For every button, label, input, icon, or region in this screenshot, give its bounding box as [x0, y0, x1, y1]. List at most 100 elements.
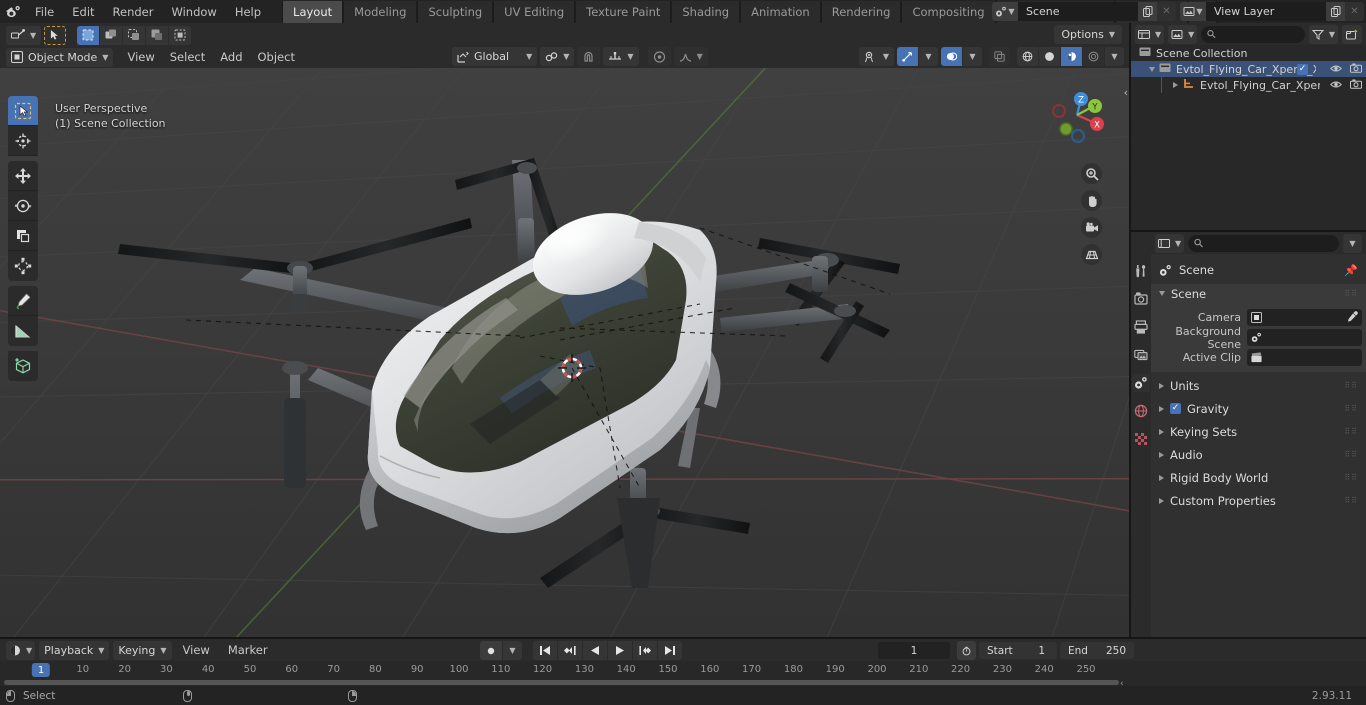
panel-header-keying-sets[interactable]: Keying Sets ⠿⠿ [1151, 422, 1366, 441]
select-subtract-button[interactable] [123, 25, 146, 45]
jump-to-start-button[interactable] [533, 641, 557, 660]
outliner-filter-button[interactable]: ▼ [1308, 24, 1338, 44]
tool-move[interactable] [8, 161, 38, 191]
menu-window[interactable]: Window [162, 2, 225, 22]
play-reverse-button[interactable] [583, 641, 607, 660]
shading-wireframe-button[interactable] [1017, 47, 1038, 66]
workspace-tab-texture-paint[interactable]: Texture Paint [575, 0, 672, 23]
outliner-new-collection-button[interactable] [1342, 24, 1362, 44]
eyedropper-icon[interactable] [1347, 310, 1358, 325]
viewport-menu-select[interactable]: Select [163, 48, 212, 66]
shading-rendered-button[interactable] [1083, 47, 1104, 66]
properties-editor-type-button[interactable]: ▼ [1155, 233, 1185, 253]
horizontal-seam-right[interactable] [1131, 230, 1366, 232]
shading-options-dropdown[interactable]: ▼ [1105, 47, 1124, 66]
tool-transform[interactable] [8, 251, 38, 281]
panel-header-audio[interactable]: Audio ⠿⠿ [1151, 445, 1366, 464]
menu-edit[interactable]: Edit [63, 2, 103, 22]
tool-scale[interactable] [8, 221, 38, 251]
workspace-tab-compositing[interactable]: Compositing [901, 0, 996, 23]
current-frame-field[interactable]: 1 [878, 642, 950, 659]
workspace-tab-shading[interactable]: Shading [671, 0, 741, 23]
sidebar-toggle-arrow-icon[interactable]: ‹ [1124, 86, 1128, 99]
jump-to-end-button[interactable] [658, 641, 682, 660]
outliner-editor-type-button[interactable]: ▼ [1135, 24, 1165, 44]
select-invert-button[interactable] [146, 25, 169, 45]
use-preview-range-icon[interactable] [957, 641, 976, 660]
timeline-editor-type-button[interactable]: ▼ [6, 640, 36, 660]
tool-annotate[interactable] [8, 286, 38, 316]
timeline-editor[interactable]: ▼ Playback ▼ Keying ▼ View Marker ▼ 1 St… [0, 639, 1366, 689]
pin-icon[interactable]: 📌 [1344, 264, 1358, 277]
timeline-view-menu[interactable]: View [176, 641, 217, 659]
outliner-editor[interactable]: ▼ ▼ ▼ Scene Collection Evtol_Flying_Car_X… [1131, 23, 1366, 231]
select-extend-button[interactable] [100, 25, 123, 45]
tool-rotate[interactable] [8, 191, 38, 221]
transform-orientation-selector[interactable]: Global ▼ [452, 47, 538, 66]
show-overlays-button[interactable] [941, 47, 962, 66]
disable-in-renders-collection-icon[interactable] [1350, 63, 1362, 76]
outliner-display-mode-button[interactable]: ▼ [1168, 24, 1198, 44]
remove-view-layer-button[interactable]: ✕ [1345, 2, 1364, 21]
scene-selector[interactable]: ▼ Scene ✕ [992, 2, 1176, 21]
timeline-playhead[interactable]: 1 [31, 663, 51, 677]
view-layer-selector[interactable]: ▼ View Layer ✕ [1180, 2, 1364, 21]
snap-settings[interactable]: ▼ [603, 47, 639, 66]
viewport-menu-object[interactable]: Object [251, 48, 302, 66]
background-scene-field[interactable] [1247, 329, 1362, 346]
playback-menu[interactable]: Playback ▼ [39, 640, 110, 660]
panel-checkbox[interactable]: ✓ [1170, 403, 1181, 414]
exclude-from-view-layer-checkbox[interactable]: ✓ [1297, 63, 1308, 75]
horizontal-seam-bottom[interactable] [0, 637, 1366, 639]
pan-hand-icon[interactable] [1081, 190, 1102, 211]
tool-add-cube[interactable] [8, 351, 38, 381]
snap-magnet-toggle[interactable] [577, 47, 601, 66]
viewport-3d[interactable]: User Perspective (1) Scene Collection Z … [0, 23, 1130, 639]
shading-solid-button[interactable] [1039, 47, 1060, 66]
workspace-tab-animation[interactable]: Animation [740, 0, 821, 23]
outliner-search-input[interactable] [1201, 25, 1305, 43]
hide-in-viewport-object-icon[interactable] [1330, 79, 1342, 92]
menu-help[interactable]: Help [226, 2, 270, 22]
viewport-canvas[interactable]: User Perspective (1) Scene Collection Z … [0, 68, 1130, 639]
properties-search-field[interactable] [1207, 237, 1333, 249]
properties-editor[interactable]: ▼ ▼ Scene 📌 Scene ⠿⠿ Camera Background S… [1131, 232, 1366, 685]
texture-icon[interactable] [1132, 430, 1150, 448]
zoom-icon[interactable] [1081, 163, 1102, 184]
view-layer-name[interactable]: View Layer [1206, 2, 1326, 21]
panel-header-units[interactable]: Units ⠿⠿ [1151, 376, 1366, 395]
disable-in-renders-object-icon[interactable] [1350, 79, 1362, 92]
keying-menu[interactable]: Keying ▼ [113, 640, 172, 660]
outliner-row-collection[interactable]: Evtol_Flying_Car_Xpeng_X2_(✓ [1131, 61, 1366, 77]
select-intersect-button[interactable] [169, 25, 192, 45]
pivot-point-selector[interactable] [647, 47, 671, 66]
blender-logo-icon[interactable] [0, 0, 26, 23]
workspace-tab-uv-editing[interactable]: UV Editing [493, 0, 576, 23]
outliner-search-field[interactable] [1219, 28, 1299, 40]
workspace-tab-rendering[interactable]: Rendering [820, 0, 902, 23]
workspace-tab-modeling[interactable]: Modeling [343, 0, 418, 23]
viewport-menu-view[interactable]: View [120, 48, 161, 66]
tool-select-box[interactable] [8, 96, 38, 126]
timeline-horizontal-scrollbar[interactable] [4, 680, 1119, 685]
panel-header-scene[interactable]: Scene ⠿⠿ [1151, 284, 1366, 303]
unlink-scene-button[interactable]: ✕ [1157, 2, 1176, 21]
render-icon[interactable] [1132, 290, 1150, 308]
hide-in-viewport-collection-icon[interactable] [1330, 63, 1342, 76]
viewport-navigation-gizmo[interactable]: Z Y X [1043, 81, 1111, 149]
menu-file[interactable]: File [26, 2, 63, 22]
mode-selector[interactable]: Object Mode ▼ [6, 47, 114, 67]
play-button[interactable] [608, 641, 632, 660]
output-icon[interactable] [1132, 318, 1150, 336]
vertical-seam[interactable] [1129, 23, 1131, 639]
outliner-row-scene-collection[interactable]: Scene Collection [1131, 45, 1366, 61]
next-keyframe-button[interactable] [633, 641, 657, 660]
timeline-marker-menu[interactable]: Marker [221, 641, 275, 659]
workspace-tab-sculpting[interactable]: Sculpting [417, 0, 494, 23]
falloff-curve-selector[interactable]: ▼ [673, 47, 708, 66]
select-set-button[interactable] [77, 25, 100, 45]
scene-name[interactable]: Scene [1018, 2, 1138, 21]
tool-select-indicator[interactable] [44, 25, 67, 45]
panel-header-gravity[interactable]: ✓ Gravity ⠿⠿ [1151, 399, 1366, 418]
new-view-layer-button[interactable] [1326, 2, 1345, 21]
